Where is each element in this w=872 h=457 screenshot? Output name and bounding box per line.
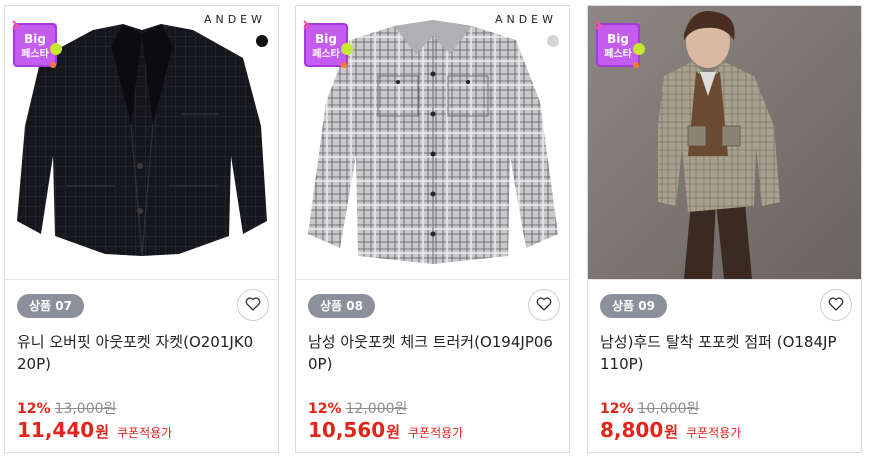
badge-line1: Big (315, 32, 337, 46)
product-number-badge: 상품 07 (17, 294, 84, 318)
price-row: 12% 10,000원 (600, 398, 699, 418)
product-grid: Big 페스타 ANDEW 상품 07 유니 오버핏 아웃포켓 자켓(O201J… (0, 0, 872, 457)
big-festa-badge-icon: Big 페스타 (302, 19, 354, 71)
coupon-price-label: 쿠폰적용가 (408, 426, 464, 440)
product-image[interactable]: Big 페스타 ANDEW (296, 6, 569, 279)
final-price: 8,800 (600, 418, 664, 442)
color-swatch[interactable] (256, 35, 268, 47)
heart-icon (828, 296, 844, 315)
price-row: 12% 13,000원 (17, 398, 116, 418)
badge-line2: 페스타 (604, 47, 632, 60)
color-swatch[interactable] (547, 35, 559, 47)
brand-name: ANDEW (203, 13, 266, 26)
product-card[interactable]: Big 페스타 상품 09 남성)후드 탈착 포포켓 점퍼 (O184JP110… (587, 5, 862, 453)
discount-rate: 12% (17, 401, 51, 417)
product-number-badge: 상품 08 (308, 294, 375, 318)
original-price: 10,000원 (637, 401, 700, 417)
price-row: 12% 12,000원 (308, 398, 407, 418)
wishlist-button[interactable] (237, 289, 269, 321)
original-price: 13,000원 (54, 401, 117, 417)
brand-name: ANDEW (494, 13, 557, 26)
final-price: 10,560 (308, 418, 386, 442)
final-price-unit: 원 (664, 423, 679, 441)
heart-icon (536, 296, 552, 315)
product-number-badge: 상품 09 (600, 294, 667, 318)
discount-rate: 12% (308, 401, 342, 417)
heart-icon (245, 296, 261, 315)
badge-line1: Big (24, 32, 46, 46)
wishlist-button[interactable] (820, 289, 852, 321)
product-image[interactable]: Big 페스타 (588, 6, 861, 279)
product-name[interactable]: 남성 아웃포켓 체크 트러커(O194JP060P) (308, 331, 553, 375)
big-festa-badge-icon: Big 페스타 (594, 19, 646, 71)
product-card[interactable]: Big 페스타 ANDEW 상품 07 유니 오버핏 아웃포켓 자켓(O201J… (4, 5, 279, 453)
badge-line2: 페스타 (21, 47, 49, 60)
product-card[interactable]: Big 페스타 ANDEW 상품 08 남성 아웃포켓 체크 트러커(O194J… (295, 5, 570, 453)
product-name[interactable]: 남성)후드 탈착 포포켓 점퍼 (O184JP110P) (600, 331, 845, 375)
final-price-unit: 원 (386, 423, 400, 441)
coupon-price-label: 쿠폰적용가 (117, 426, 173, 440)
final-price-row: 11,440 원 쿠폰적용가 (17, 418, 172, 442)
divider (296, 279, 569, 280)
product-name[interactable]: 유니 오버핏 아웃포켓 자켓(O201JK020P) (17, 331, 262, 375)
final-price: 11,440 (17, 418, 95, 442)
divider (5, 279, 278, 280)
product-image[interactable]: Big 페스타 ANDEW (5, 6, 278, 279)
discount-rate: 12% (600, 401, 634, 417)
badge-line2: 페스타 (312, 47, 340, 60)
final-price-row: 10,560 원 쿠폰적용가 (308, 418, 463, 442)
final-price-row: 8,800 원 쿠폰적용가 (600, 418, 741, 442)
coupon-price-label: 쿠폰적용가 (686, 426, 742, 440)
big-festa-badge-icon: Big 페스타 (11, 19, 63, 71)
divider (588, 279, 861, 280)
wishlist-button[interactable] (528, 289, 560, 321)
original-price: 12,000원 (345, 401, 408, 417)
badge-line1: Big (607, 32, 629, 46)
final-price-unit: 원 (95, 423, 109, 441)
